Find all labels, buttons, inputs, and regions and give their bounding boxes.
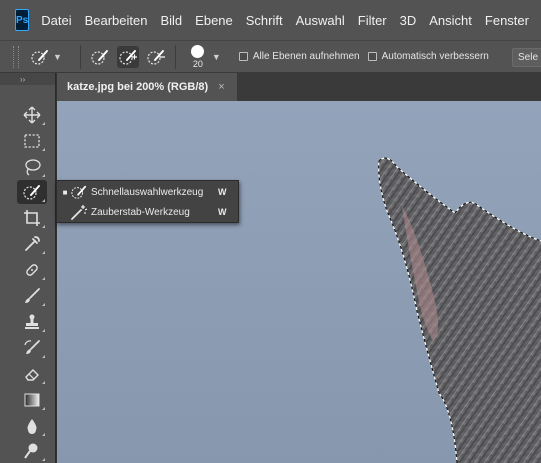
sample-all-layers-option[interactable]: Alle Ebenen aufnehmen xyxy=(238,51,360,62)
tool-preset-quick-selection-icon[interactable] xyxy=(29,46,51,68)
selection-tools-flyout: ■ Schnellauswahlwerkzeug W Zauberstab-We… xyxy=(56,180,239,223)
crop-tool-icon[interactable] xyxy=(17,206,47,230)
menu-filter[interactable]: Filter xyxy=(358,13,387,28)
lasso-tool-icon[interactable] xyxy=(17,155,47,179)
flyout-item-magic-wand[interactable]: Zauberstab-Werkzeug W xyxy=(57,202,238,222)
close-icon[interactable]: × xyxy=(218,81,224,93)
auto-enhance-checkbox[interactable] xyxy=(367,52,377,61)
sample-all-layers-checkbox[interactable] xyxy=(238,52,248,61)
menu-auswahl[interactable]: Auswahl xyxy=(296,13,345,28)
healing-brush-tool-icon[interactable] xyxy=(17,258,47,282)
add-to-selection-icon[interactable] xyxy=(116,45,139,68)
flyout-item-label: Zauberstab-Werkzeug xyxy=(91,206,190,218)
options-bar-grip[interactable] xyxy=(13,45,19,68)
flyout-item-quick-selection[interactable]: ■ Schnellauswahlwerkzeug W xyxy=(57,182,238,202)
cat-photo xyxy=(57,101,541,463)
photoshop-logo-icon: Ps xyxy=(15,9,30,31)
sample-all-layers-label: Alle Ebenen aufnehmen xyxy=(252,51,360,62)
brush-picker[interactable]: 20 xyxy=(186,44,210,69)
tools-panel: ›› xyxy=(0,73,56,463)
eraser-tool-icon[interactable] xyxy=(17,362,47,386)
brush-size-value: 20 xyxy=(192,58,203,69)
toolbar-collapse-icon[interactable]: ›› xyxy=(0,73,55,85)
flyout-item-label: Schnellauswahlwerkzeug xyxy=(91,186,204,198)
menu-ebene[interactable]: Ebene xyxy=(195,13,233,28)
move-tool-icon[interactable] xyxy=(17,103,47,127)
dodge-tool-icon[interactable] xyxy=(17,439,47,463)
tool-preset-chevron-down-icon[interactable]: ▼ xyxy=(53,52,62,62)
flyout-item-shortcut: W xyxy=(218,207,227,217)
brush-tool-icon[interactable] xyxy=(17,284,47,308)
document-tab-title: katze.jpg bei 200% (RGB/8) xyxy=(67,81,209,93)
brush-tip-icon xyxy=(191,44,205,58)
menu-3d[interactable]: 3D xyxy=(400,13,417,28)
eyedropper-tool-icon[interactable] xyxy=(17,232,47,256)
menu-bild[interactable]: Bild xyxy=(160,13,182,28)
divider xyxy=(174,44,176,69)
quick-selection-icon xyxy=(70,184,88,200)
auto-enhance-option[interactable]: Automatisch verbessern xyxy=(367,51,489,62)
gradient-tool-icon[interactable] xyxy=(17,388,47,412)
blur-tool-icon[interactable] xyxy=(17,414,47,438)
menu-schrift[interactable]: Schrift xyxy=(246,13,283,28)
quick-selection-tool-icon[interactable] xyxy=(17,180,47,204)
menu-datei[interactable]: Datei xyxy=(41,13,71,28)
magic-wand-icon xyxy=(70,204,88,220)
divider xyxy=(79,44,81,69)
menu-bar: Ps Datei Bearbeiten Bild Ebene Schrift A… xyxy=(0,0,541,40)
options-bar: ▼ 20 ▼ Alle Ebenen aufnehmen Automatisch… xyxy=(0,40,541,73)
menu-bearbeiten[interactable]: Bearbeiten xyxy=(85,13,148,28)
selected-bullet-icon: ■ xyxy=(62,187,68,197)
select-subject-button[interactable]: Sele xyxy=(512,48,541,67)
document-tab[interactable]: katze.jpg bei 200% (RGB/8) × xyxy=(57,73,237,101)
history-brush-tool-icon[interactable] xyxy=(17,336,47,360)
menu-ansicht[interactable]: Ansicht xyxy=(429,13,472,28)
menu-fenster[interactable]: Fenster xyxy=(485,13,529,28)
document-canvas[interactable] xyxy=(57,101,541,463)
auto-enhance-label: Automatisch verbessern xyxy=(381,51,489,62)
flyout-item-shortcut: W xyxy=(218,187,227,197)
new-selection-icon[interactable] xyxy=(89,46,111,68)
subtract-from-selection-icon[interactable] xyxy=(145,46,167,68)
brush-picker-chevron-down-icon[interactable]: ▼ xyxy=(212,52,221,62)
document-tab-bar: katze.jpg bei 200% (RGB/8) × xyxy=(57,73,541,101)
clone-stamp-tool-icon[interactable] xyxy=(17,310,47,334)
marquee-tool-icon[interactable] xyxy=(17,129,47,153)
